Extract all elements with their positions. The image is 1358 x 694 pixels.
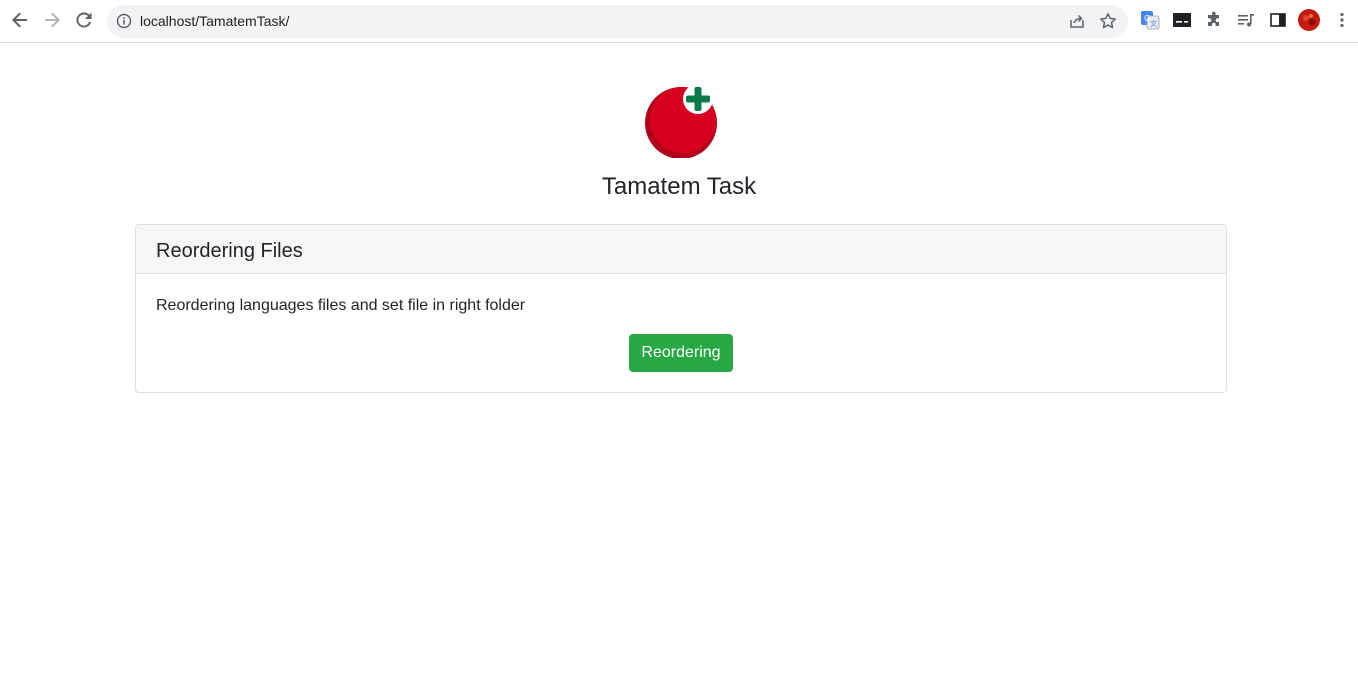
browser-menu-button[interactable] xyxy=(1331,9,1353,31)
reordering-button[interactable]: Reordering xyxy=(629,334,733,372)
star-icon[interactable] xyxy=(1099,12,1117,30)
terminal-extension-icon[interactable] xyxy=(1171,9,1193,31)
browser-toolbar: localhost/TamatemTask/ G 文 xyxy=(0,0,1358,43)
more-vert-icon xyxy=(1340,12,1344,28)
translate-extension-icon[interactable]: G 文 xyxy=(1139,9,1161,31)
arrow-left-icon xyxy=(12,12,27,28)
address-bar[interactable]: localhost/TamatemTask/ xyxy=(107,5,1128,38)
profile-avatar[interactable] xyxy=(1298,9,1320,31)
reload-icon xyxy=(76,12,92,28)
card-header: Reordering Files xyxy=(136,225,1226,274)
arrow-right-icon xyxy=(45,12,60,28)
url-text[interactable]: localhost/TamatemTask/ xyxy=(140,13,289,30)
back-button[interactable] xyxy=(6,6,34,34)
info-icon[interactable] xyxy=(116,13,132,29)
card-body: Reordering languages files and set file … xyxy=(136,274,1226,392)
side-panel-icon[interactable] xyxy=(1267,9,1289,31)
reload-button[interactable] xyxy=(70,6,98,34)
card-description: Reordering languages files and set file … xyxy=(156,297,526,314)
page-title: Tamatem Task xyxy=(601,173,757,200)
share-icon[interactable] xyxy=(1068,12,1086,30)
media-playlist-icon[interactable] xyxy=(1235,9,1257,31)
puzzle-extensions-icon[interactable] xyxy=(1203,9,1225,31)
tomato-logo-icon xyxy=(645,84,717,158)
svg-text:文: 文 xyxy=(1150,19,1157,28)
reordering-card: Reordering Files Reordering languages fi… xyxy=(135,224,1227,393)
forward-button[interactable] xyxy=(38,6,66,34)
card-title: Reordering Files xyxy=(156,240,303,262)
